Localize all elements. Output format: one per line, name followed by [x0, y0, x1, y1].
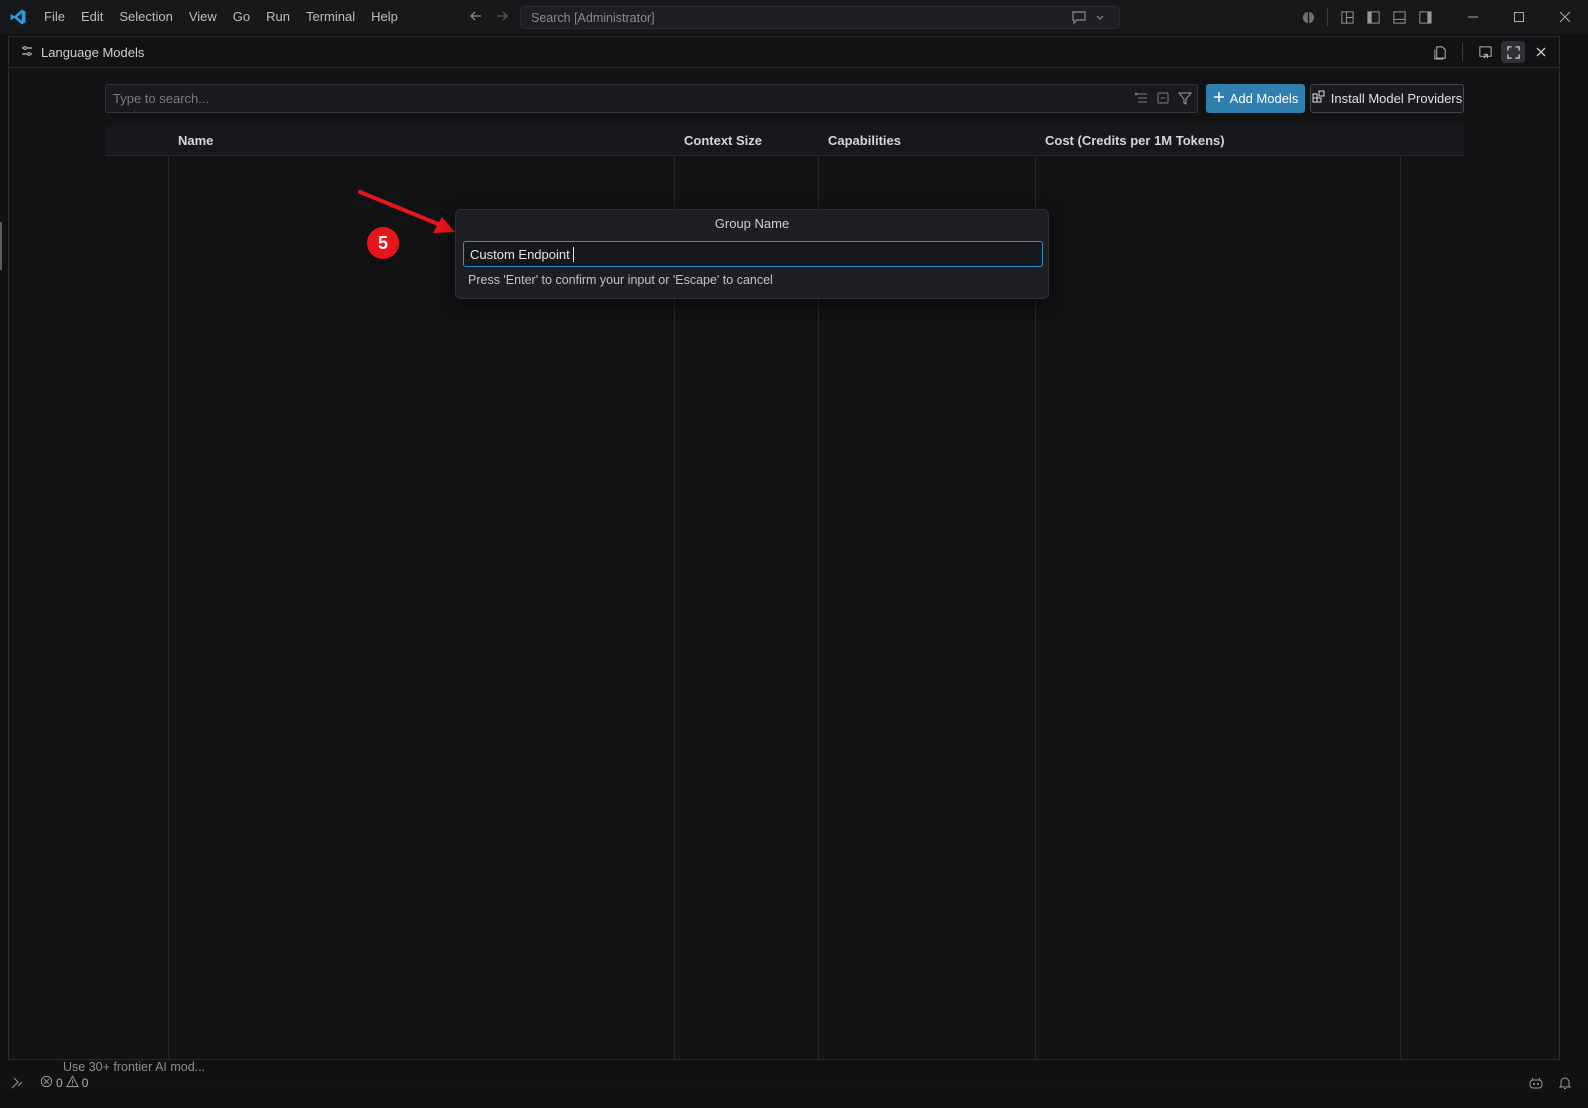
- column-header-capabilities[interactable]: Capabilities: [828, 125, 901, 156]
- warning-count: 0: [81, 1076, 89, 1090]
- models-table-header: Name Context Size Capabilities Cost (Cre…: [105, 125, 1464, 156]
- vscode-logo-icon: [0, 0, 36, 34]
- minimize-icon[interactable]: [1450, 0, 1496, 34]
- quick-input-title: Group Name: [714, 216, 790, 231]
- menu-bar: File Edit Selection View Go Run Terminal…: [36, 0, 406, 34]
- problems-indicator[interactable]: 0 0: [40, 1075, 88, 1091]
- forward-arrow-icon[interactable]: [494, 8, 510, 27]
- command-center[interactable]: Search [Administrator]: [520, 6, 1120, 29]
- open-file-icon[interactable]: [1428, 41, 1452, 63]
- editor-tab-header: Language Models: [9, 37, 1559, 68]
- menu-selection[interactable]: Selection: [111, 0, 180, 34]
- language-models-editor: Language Models Add Models Install Model…: [8, 36, 1560, 1060]
- maximize-icon[interactable]: [1496, 0, 1542, 34]
- remote-icon[interactable]: [10, 1076, 24, 1090]
- menu-go[interactable]: Go: [225, 0, 258, 34]
- toggle-primary-sidebar-icon[interactable]: [1360, 0, 1386, 34]
- model-search-box[interactable]: [105, 84, 1198, 113]
- error-count: 0: [56, 1076, 63, 1090]
- chat-icon[interactable]: [1071, 9, 1087, 28]
- close-window-icon[interactable]: [1542, 0, 1588, 34]
- hidden-panel-text: Use 30+ frontier AI mod...: [63, 1060, 206, 1074]
- menu-view[interactable]: View: [181, 0, 225, 34]
- plus-icon: [1213, 91, 1225, 106]
- notifications-bell-icon[interactable]: [1558, 1076, 1572, 1090]
- group-name-value: Custom Endpoint: [470, 246, 570, 262]
- group-name-quick-input: Group Name Custom Endpoint Press 'Enter'…: [455, 209, 1049, 299]
- column-divider[interactable]: [168, 156, 169, 1060]
- sidebar-sash[interactable]: [0, 222, 2, 270]
- search-actions: [1133, 90, 1193, 109]
- navigation-arrows: [468, 0, 510, 34]
- menu-edit[interactable]: Edit: [73, 0, 111, 34]
- move-to-window-icon[interactable]: [1473, 41, 1497, 63]
- filter-icon[interactable]: [1177, 90, 1193, 109]
- error-icon: [40, 1075, 53, 1091]
- accounts-shield-icon[interactable]: [1295, 0, 1321, 34]
- column-header-name[interactable]: Name: [178, 125, 213, 156]
- copilot-icon[interactable]: [1528, 1076, 1544, 1090]
- separator: [1462, 43, 1463, 61]
- install-model-providers-button[interactable]: Install Model Providers: [1310, 84, 1464, 113]
- settings-sliders-icon: [21, 45, 33, 60]
- chevron-down-icon[interactable]: [1095, 12, 1105, 26]
- text-caret: [572, 246, 574, 262]
- quick-input-hint: Press 'Enter' to confirm your input or '…: [468, 273, 773, 287]
- editor-title: Language Models: [41, 44, 145, 60]
- add-models-button[interactable]: Add Models: [1206, 84, 1305, 113]
- search-input[interactable]: [113, 91, 1113, 106]
- warning-icon: [65, 1075, 79, 1091]
- column-header-cost[interactable]: Cost (Credits per 1M Tokens): [1045, 125, 1225, 156]
- back-arrow-icon[interactable]: [468, 8, 484, 27]
- group-name-input[interactable]: Custom Endpoint: [463, 241, 1043, 267]
- editor-actions: [1428, 41, 1553, 63]
- maximize-editor-icon[interactable]: [1501, 41, 1525, 63]
- menu-help[interactable]: Help: [363, 0, 406, 34]
- command-center-label: Search [Administrator]: [531, 10, 655, 25]
- title-bar: File Edit Selection View Go Run Terminal…: [0, 0, 1588, 34]
- install-providers-label: Install Model Providers: [1330, 91, 1463, 106]
- status-bar: 0 0: [0, 1073, 1588, 1093]
- separator: [1327, 8, 1328, 26]
- column-divider[interactable]: [1400, 156, 1401, 1060]
- collapse-all-icon[interactable]: [1155, 90, 1171, 109]
- menu-file[interactable]: File: [36, 0, 73, 34]
- close-editor-icon[interactable]: [1529, 41, 1553, 63]
- toggle-panel-icon[interactable]: [1386, 0, 1412, 34]
- menu-terminal[interactable]: Terminal: [298, 0, 363, 34]
- title-bar-controls: [1295, 0, 1588, 34]
- add-models-label: Add Models: [1229, 91, 1299, 106]
- toggle-secondary-sidebar-icon[interactable]: [1412, 0, 1438, 34]
- menu-run[interactable]: Run: [258, 0, 298, 34]
- clear-filter-icon[interactable]: [1133, 90, 1149, 109]
- column-header-context-size[interactable]: Context Size: [684, 125, 762, 156]
- customize-layout-icon[interactable]: [1334, 0, 1360, 34]
- extensions-icon: [1312, 90, 1326, 107]
- step-number-badge: 5: [367, 227, 399, 259]
